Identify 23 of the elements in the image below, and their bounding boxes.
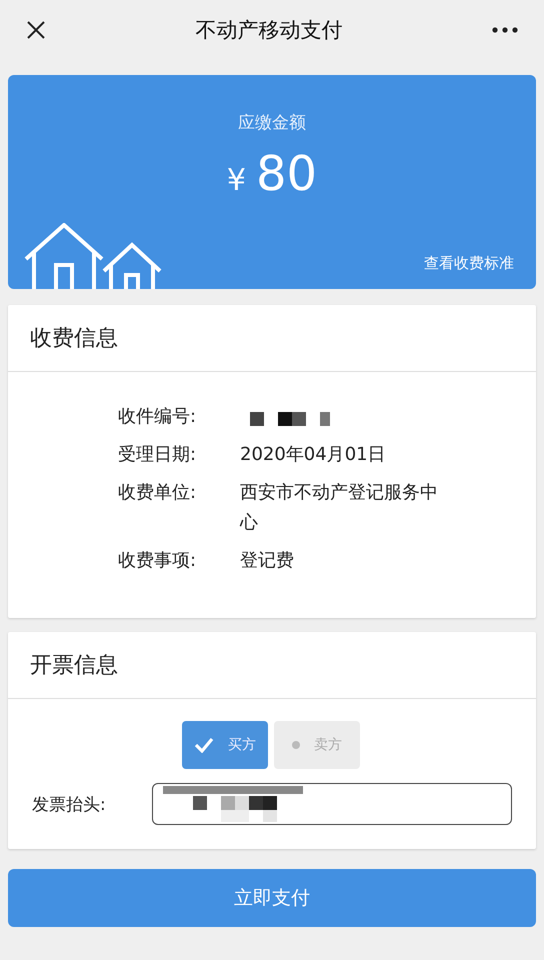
- field-value: 登记费: [240, 550, 294, 571]
- field-value: 西安市不动产登记服务中心: [240, 482, 438, 533]
- option-button[interactable]: 买方: [182, 721, 268, 769]
- field-label: 发票抬头:: [32, 794, 107, 816]
- pay-now-button[interactable]: 立即支付: [8, 869, 536, 927]
- check-icon: [194, 737, 214, 753]
- dot-icon: [292, 741, 300, 749]
- field-label: 收费事项:: [118, 549, 198, 573]
- field-label: 收费单位:: [118, 481, 198, 505]
- close-icon[interactable]: [26, 20, 46, 40]
- section-title: 开票信息: [30, 652, 118, 680]
- more-icon[interactable]: [492, 27, 518, 33]
- option-button[interactable]: 卖方: [274, 721, 360, 769]
- field-label: 收件编号:: [118, 405, 198, 429]
- amount-value: 80: [256, 146, 318, 202]
- page-title: 不动产移动支付: [196, 17, 342, 44]
- field-label: 受理日期:: [118, 443, 198, 467]
- field-value: 2020年04月01日: [240, 444, 386, 465]
- fee-standard-link[interactable]: 查看收费标准: [424, 254, 514, 273]
- currency-sign: ¥: [226, 163, 246, 198]
- invoice-title-field[interactable]: [152, 783, 512, 825]
- section-title: 收费信息: [30, 325, 118, 353]
- amount-label: 应缴金额: [238, 112, 306, 134]
